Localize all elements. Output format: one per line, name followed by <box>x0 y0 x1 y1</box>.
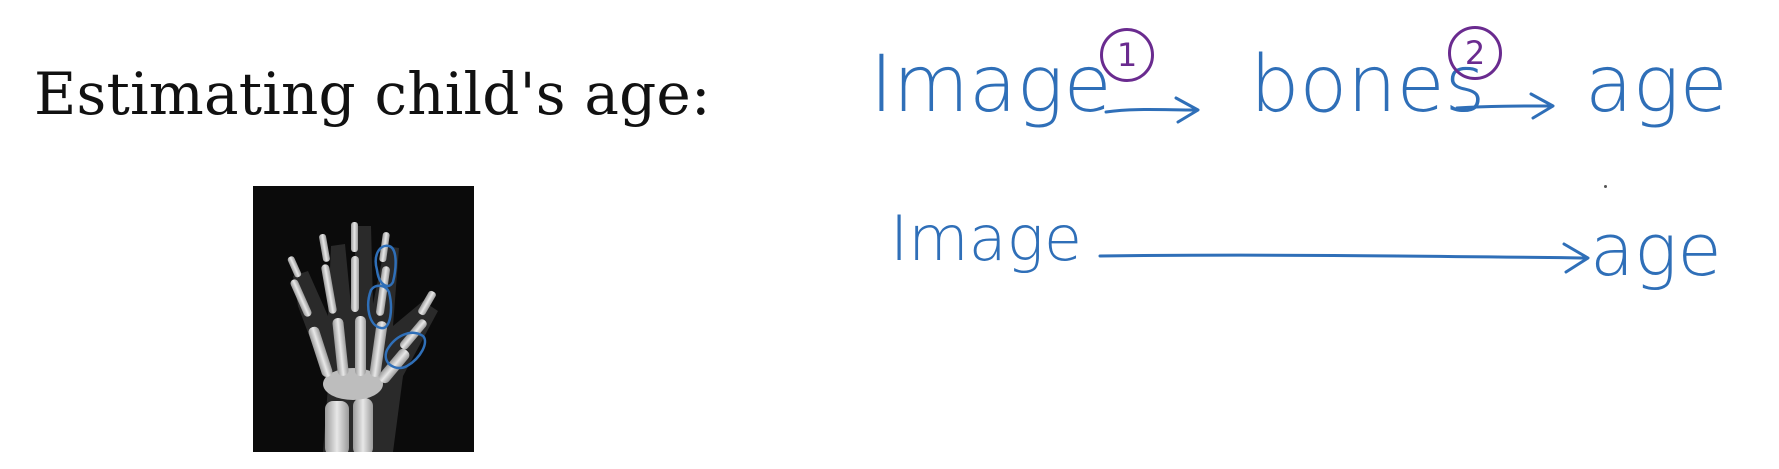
row1-output-label: age <box>1585 40 1728 130</box>
slide-title: Estimating child's age: <box>34 60 711 128</box>
row2-output-label: age <box>1590 208 1722 292</box>
row2-arrow-direct <box>1098 242 1590 274</box>
step1-number-badge: 1 <box>1100 28 1154 82</box>
hand-xray-drawing <box>253 186 474 452</box>
row1-input-label: Image <box>870 40 1112 130</box>
stray-ink-dot <box>1604 185 1607 188</box>
row1-arrow-step2 <box>1455 92 1555 120</box>
row1-arrow-step1 <box>1104 96 1200 124</box>
row2-input-label: Image <box>890 202 1083 275</box>
slide-canvas: Estimating child's age: Image 1 bones 2 … <box>0 0 1779 469</box>
hand-xray-image <box>253 186 474 452</box>
step2-number-badge: 2 <box>1448 26 1502 80</box>
